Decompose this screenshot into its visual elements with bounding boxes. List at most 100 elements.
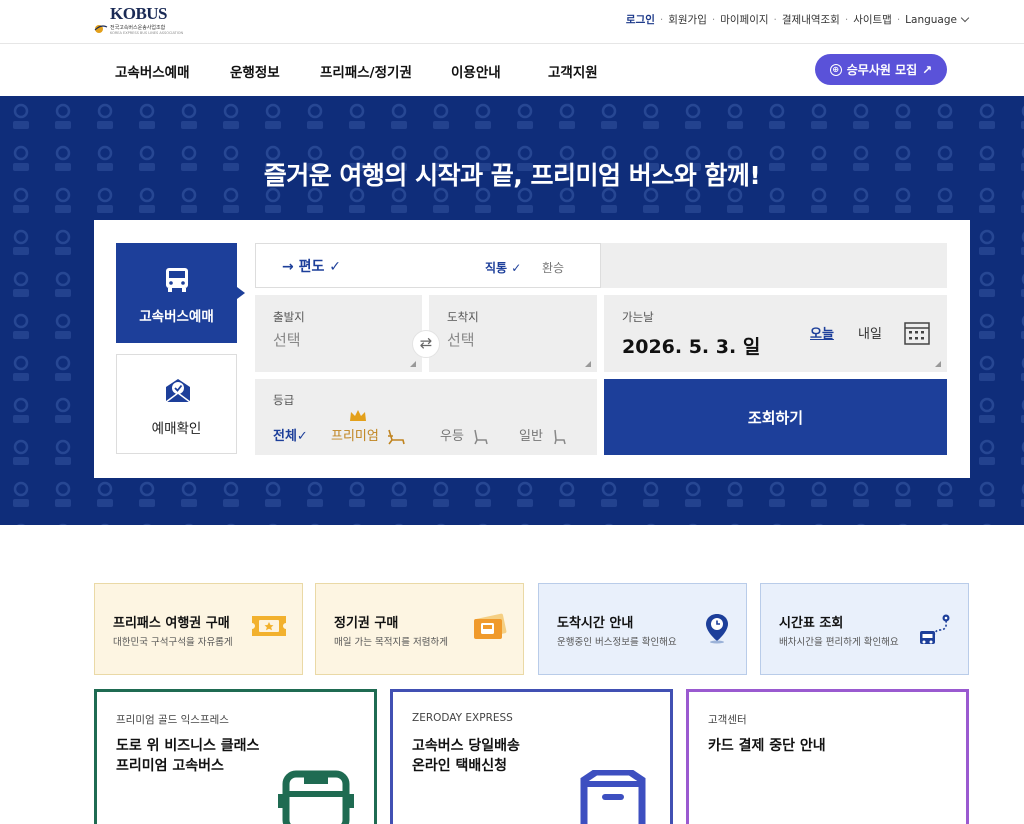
tab-bus-reservation-label: 고속버스예매	[139, 309, 214, 325]
separator: ·	[844, 13, 849, 26]
mypage-link[interactable]: 마이페이지	[720, 12, 768, 27]
separator: ·	[711, 13, 716, 26]
nav-item-customer-support[interactable]: 고객지원	[548, 61, 598, 81]
promo-title-line1: 도로 위 비즈니스 클래스	[116, 738, 260, 754]
promo-premium-gold-express[interactable]: 프리미엄 골드 익스프레스 도로 위 비즈니스 클래스 프리미엄 고속버스	[94, 689, 377, 824]
grade-field: 등급 전체✓ 프리미엄 우등 일반	[255, 379, 597, 455]
trip-type-selector: → 편도 ✓ 직통 ✓ 환승	[255, 243, 601, 288]
grade-option-premium[interactable]: 프리미엄	[331, 425, 406, 446]
promo-zeroday-express[interactable]: ZERODAY EXPRESS 고속버스 당일배송 온라인 택배신청	[390, 689, 673, 824]
search-button[interactable]: 조회하기	[604, 379, 947, 455]
date-value: 2026. 5. 3. 일	[622, 336, 761, 358]
logo-subtitle: 전국고속버스운송사업조합	[110, 25, 166, 31]
booking-panel: 고속버스예매 예매확인 → 편도 ✓ 직통 ✓ 환승 출발지 선택 ⇄ 도착지 …	[94, 220, 970, 478]
tile-freepass-purchase[interactable]: 프리패스 여행권 구매 대한민국 구석구석을 자유롭게	[94, 583, 303, 675]
corner-marker	[410, 361, 416, 367]
trip-type-blank-area	[601, 243, 947, 288]
ticket-icon	[252, 616, 286, 636]
location-clock-icon	[706, 614, 728, 644]
top-utility-bar: KOBUS 전국고속버스운송사업조합 KOREA EXPRESS BUS LIN…	[0, 0, 1024, 44]
nav-item-freepass[interactable]: 프리패스/정기권	[320, 61, 412, 81]
tile-desc: 배차시간을 편리하게 확인해요	[779, 637, 899, 648]
premium-bus-icon	[278, 770, 354, 824]
separator: ·	[773, 13, 777, 26]
promo-category: 프리미엄 골드 익스프레스	[116, 714, 229, 726]
promo-category: ZERODAY EXPRESS	[412, 712, 513, 724]
tile-title: 정기권 구매	[334, 616, 399, 631]
language-selector[interactable]: Language	[905, 13, 970, 26]
arrival-field[interactable]: 도착지 선택	[429, 295, 597, 372]
separator: ·	[659, 13, 664, 26]
direct-option[interactable]: 직통 ✓	[485, 259, 521, 276]
separator: ·	[896, 13, 901, 26]
promo-category: 고객센터	[708, 714, 747, 726]
tile-desc: 운행중인 버스정보를 확인해요	[557, 637, 677, 648]
grade-option-all[interactable]: 전체✓	[273, 425, 308, 444]
first-seat-icon	[474, 429, 488, 444]
kobus-logo[interactable]: KOBUS 전국고속버스운송사업조합 KOREA EXPRESS BUS LIN…	[94, 4, 204, 40]
tile-desc: 대한민국 구석구석을 자유롭게	[113, 637, 233, 648]
tile-season-pass-purchase[interactable]: 정기권 구매 매일 가는 목적지를 저렴하게	[315, 583, 524, 675]
logo-english: KOREA EXPRESS BUS LINES ASSOCIATION	[110, 31, 184, 35]
chevron-down-icon	[960, 13, 970, 22]
route-bus-icon	[920, 614, 950, 644]
tab-reservation-check-label: 예매확인	[151, 421, 202, 437]
sitemap-link[interactable]: 사이트맵	[853, 12, 892, 27]
bus-icon	[166, 268, 188, 292]
departure-date-field[interactable]: 가는날 2026. 5. 3. 일 오늘 내일	[604, 295, 947, 372]
promo-card-payment-notice[interactable]: 고객센터 카드 결제 중단 안내	[686, 689, 969, 824]
corner-marker	[935, 361, 941, 367]
tomorrow-button[interactable]: 내일	[858, 323, 882, 342]
departure-label: 출발지	[273, 310, 305, 324]
grade-option-premium-label: 프리미엄	[331, 429, 379, 444]
logo-wordmark: KOBUS	[110, 4, 168, 23]
date-label: 가는날	[622, 310, 654, 324]
nav-item-operation-info[interactable]: 운행정보	[230, 61, 280, 81]
departure-field[interactable]: 출발지 선택	[255, 295, 422, 372]
tab-reservation-check[interactable]: 예매확인	[116, 354, 237, 454]
person-icon: ⊕	[829, 63, 842, 76]
today-button[interactable]: 오늘	[810, 323, 834, 342]
main-navigation: 고속버스예매 운행정보 프리패스/정기권 이용안내 고객지원 ⊕ 승무사원 모집…	[0, 44, 1024, 96]
language-label: Language	[905, 13, 957, 26]
premium-seat-icon	[387, 429, 405, 444]
promo-title-line2: 온라인 택배신청	[412, 758, 508, 774]
promo-title-line2: 프리미엄 고속버스	[116, 758, 224, 774]
calendar-icon[interactable]	[904, 322, 930, 345]
external-arrow-icon: ↗	[922, 62, 933, 77]
logo-mark-icon	[94, 25, 108, 33]
payment-history-link[interactable]: 결제내역조회	[782, 12, 840, 27]
login-link[interactable]: 로그인	[626, 12, 655, 27]
grade-option-normal-label: 일반	[519, 429, 543, 444]
crown-icon	[350, 410, 366, 421]
signup-link[interactable]: 회원가입	[668, 12, 707, 27]
grade-option-first-label: 우등	[440, 429, 464, 444]
tile-arrival-time[interactable]: 도착시간 안내 운행중인 버스정보를 확인해요	[538, 583, 747, 675]
tab-bus-reservation[interactable]: 고속버스예매	[116, 243, 245, 343]
arrival-label: 도착지	[447, 310, 479, 324]
transfer-option[interactable]: 환승	[542, 259, 564, 276]
tile-title: 프리패스 여행권 구매	[113, 616, 230, 631]
tile-title: 시간표 조회	[779, 616, 844, 631]
corner-marker	[585, 361, 591, 367]
tile-title: 도착시간 안내	[557, 616, 634, 631]
recruit-button[interactable]: ⊕ 승무사원 모집 ↗	[815, 54, 947, 85]
promo-title-line1: 카드 결제 중단 안내	[708, 738, 826, 754]
swap-locations-button[interactable]: ⇄	[412, 330, 440, 358]
tile-desc: 매일 가는 목적지를 저렴하게	[334, 637, 448, 648]
tile-timetable[interactable]: 시간표 조회 배차시간을 편리하게 확인해요	[760, 583, 969, 675]
recruit-label: 승무사원 모집	[846, 63, 918, 77]
promo-title-line1: 고속버스 당일배송	[412, 738, 520, 754]
nav-item-usage-guide[interactable]: 이용안내	[451, 61, 501, 81]
nav-item-bus-reservation[interactable]: 고속버스예매	[115, 61, 190, 81]
utility-links: 로그인 · 회원가입 · 마이페이지 · 결제내역조회 · 사이트맵 · Lan…	[626, 12, 970, 27]
normal-seat-icon	[554, 429, 566, 444]
grade-label: 등급	[273, 393, 295, 407]
hero-title: 즐거운 여행의 시작과 끝, 프리미엄 버스와 함께!	[263, 161, 761, 190]
grade-option-normal[interactable]: 일반	[519, 425, 568, 446]
grade-option-first[interactable]: 우등	[440, 425, 489, 446]
ticket-check-icon	[165, 379, 191, 403]
hero-banner: 즐거운 여행의 시작과 끝, 프리미엄 버스와 함께! 고속버스예매 예매확인 …	[0, 96, 1024, 525]
arrival-value: 선택	[447, 331, 475, 349]
one-way-option[interactable]: → 편도 ✓	[282, 256, 341, 276]
